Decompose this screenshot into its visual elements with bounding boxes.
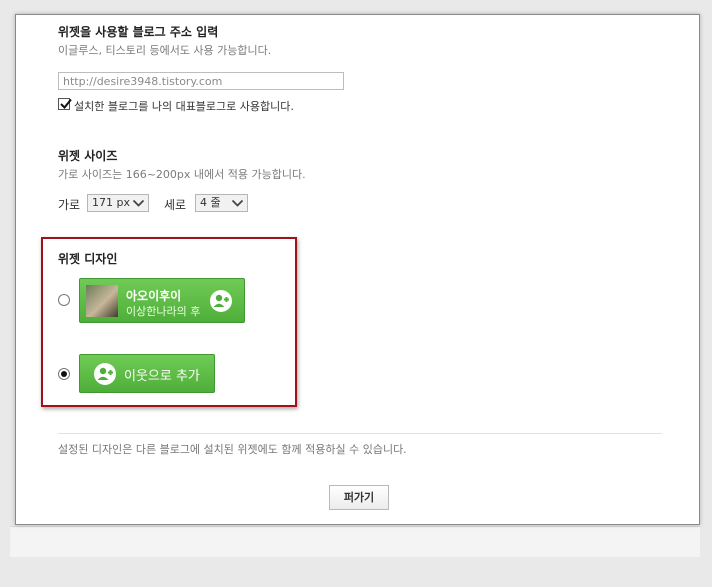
radio-selected-dot bbox=[61, 371, 67, 377]
design-simple-radio[interactable] bbox=[58, 368, 70, 380]
profile-name: 아오이후이 bbox=[126, 289, 182, 303]
add-neighbor-widget-preview[interactable]: 이웃으로 추가 bbox=[79, 354, 215, 393]
add-neighbor-label: 이웃으로 추가 bbox=[124, 369, 200, 384]
representative-blog-checkbox[interactable] bbox=[58, 98, 72, 110]
height-select-value: 4 줄 bbox=[200, 196, 221, 209]
check-icon bbox=[60, 98, 72, 109]
blog-url-input[interactable]: http://desire3948.tistory.com bbox=[58, 72, 344, 90]
section-divider bbox=[58, 433, 662, 434]
height-select[interactable]: 4 줄 bbox=[195, 194, 248, 212]
footer-note: 설정된 디자인은 다른 블로그에 설치된 위젯에도 함께 적용하실 수 있습니다… bbox=[58, 443, 407, 456]
add-person-icon bbox=[94, 363, 116, 385]
widget-design-title: 위젯 디자인 bbox=[58, 252, 118, 266]
chevron-down-icon bbox=[132, 199, 145, 207]
widget-size-title: 위젯 사이즈 bbox=[58, 149, 118, 163]
width-label: 가로 bbox=[58, 198, 81, 212]
width-select[interactable]: 171 px bbox=[87, 194, 149, 212]
widget-size-description: 가로 사이즈는 166~200px 내에서 적용 가능합니다. bbox=[58, 168, 306, 181]
design-profile-radio[interactable] bbox=[58, 294, 70, 306]
blog-address-title: 위젯을 사용할 블로그 주소 입력 bbox=[58, 25, 219, 39]
blog-address-description: 이글루스, 티스토리 등에서도 사용 가능합니다. bbox=[58, 44, 272, 57]
avatar bbox=[86, 285, 118, 317]
profile-widget-preview[interactable]: 아오이후이 이상한나라의 후 bbox=[79, 278, 245, 323]
chevron-down-icon bbox=[231, 199, 244, 207]
profile-subtitle: 이상한나라의 후 bbox=[126, 305, 201, 318]
background-strip bbox=[10, 526, 700, 557]
add-person-icon bbox=[210, 290, 232, 312]
representative-blog-label: 설치한 블로그를 나의 대표블로그로 사용합니다. bbox=[74, 100, 294, 113]
height-label: 세로 bbox=[164, 198, 187, 212]
width-select-value: 171 px bbox=[92, 196, 130, 209]
confirm-button[interactable]: 퍼가기 bbox=[329, 485, 389, 510]
